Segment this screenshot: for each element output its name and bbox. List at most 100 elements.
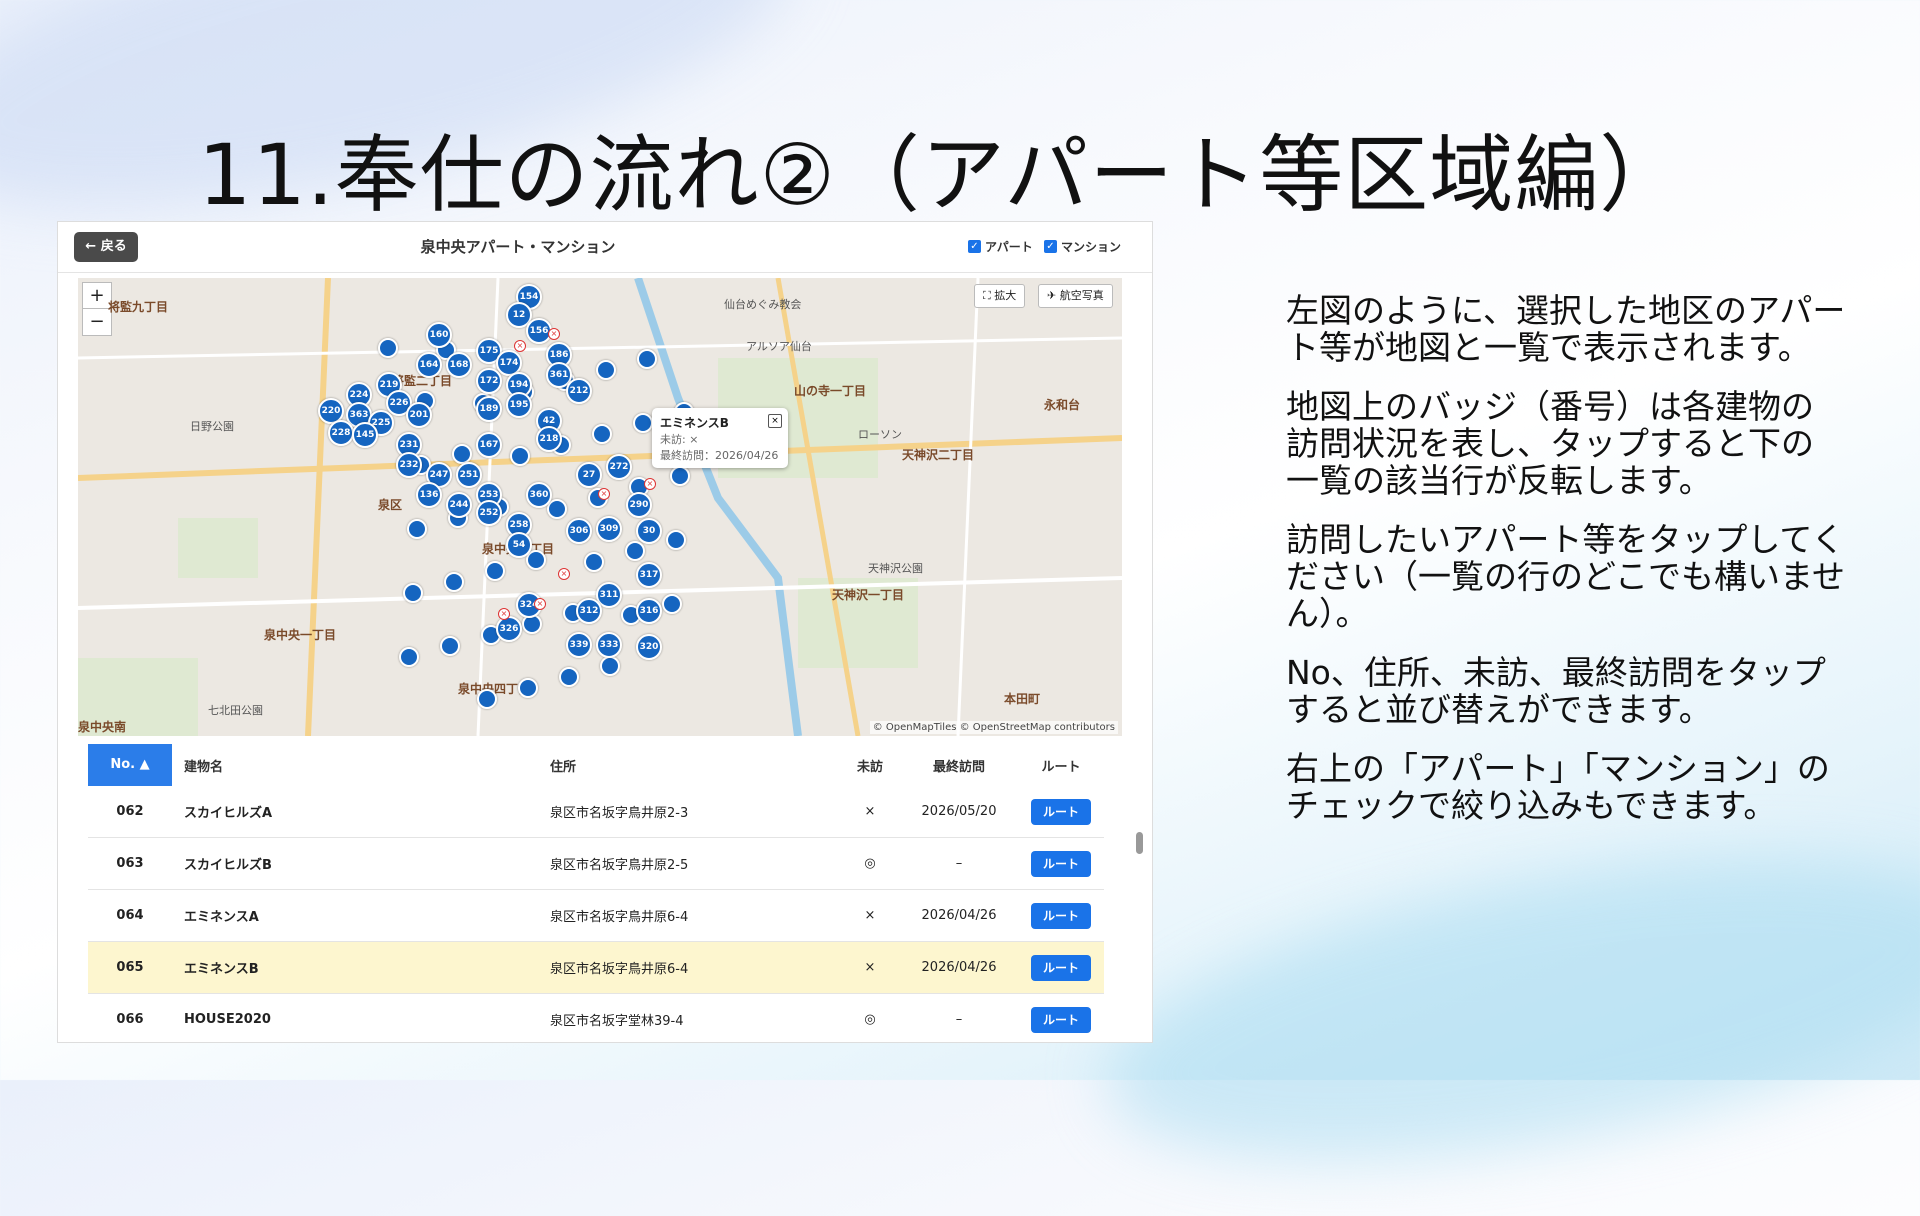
scrollbar-thumb[interactable] bbox=[1136, 832, 1143, 854]
table-row[interactable]: 062 スカイヒルズA 泉区市名坂字鳥井原2-3 × 2026/05/20 ルート bbox=[88, 786, 1104, 838]
sort-last-visit-header[interactable]: 最終訪問 bbox=[900, 756, 1018, 775]
map-badge-pin[interactable] bbox=[633, 413, 653, 433]
map-badge-pin[interactable] bbox=[600, 656, 620, 676]
map-badge-pin[interactable]: 30 bbox=[636, 518, 662, 544]
row-address: 泉区市名坂字鳥井原2-3 bbox=[550, 806, 689, 821]
map-popup[interactable]: エミネンスB 未訪: × 最終訪問：2026/04/26 × bbox=[652, 408, 788, 468]
back-button[interactable]: ← 戻る bbox=[74, 232, 138, 262]
map-badge-pin[interactable]: 317 bbox=[636, 562, 662, 588]
map-badge-pin[interactable] bbox=[518, 678, 538, 698]
map-badge-pin[interactable]: 360 bbox=[526, 482, 552, 508]
map-badge-pin[interactable] bbox=[407, 519, 427, 539]
map-badge-pin[interactable]: 212 bbox=[566, 378, 592, 404]
map-badge-pin[interactable]: 312 bbox=[576, 598, 602, 624]
map-badge-pin[interactable] bbox=[666, 530, 686, 550]
map-badge-pin[interactable] bbox=[547, 499, 567, 519]
description-paragraph: 左図のように、選択した地区のアパート等が地図と一覧で表示されます。 bbox=[1286, 291, 1846, 367]
map-badge-pin[interactable]: 326 bbox=[496, 616, 522, 642]
map-badge-pin[interactable]: 136 bbox=[416, 482, 442, 508]
route-button[interactable]: ルート bbox=[1031, 798, 1091, 825]
row-building-name: スカイヒルズB bbox=[184, 858, 272, 873]
map-badge-pin[interactable]: 272 bbox=[606, 454, 632, 480]
map-label: 山の寺一丁目 bbox=[794, 384, 867, 398]
row-number: 064 bbox=[116, 908, 144, 923]
map-badge-pin[interactable] bbox=[584, 552, 604, 572]
sort-no-header[interactable]: No. ▲ bbox=[88, 744, 172, 786]
map-badge-pin[interactable]: 290 bbox=[626, 492, 652, 518]
unvisited-marker-icon: × bbox=[514, 340, 526, 352]
table-body: 062 スカイヒルズA 泉区市名坂字鳥井原2-3 × 2026/05/20 ルート 063 ス… bbox=[88, 786, 1104, 1042]
map-badge-pin[interactable]: 333 bbox=[596, 632, 622, 658]
map-badge-pin[interactable]: 27 bbox=[576, 462, 602, 488]
close-icon[interactable]: × bbox=[768, 414, 782, 428]
map-label: ローソン bbox=[858, 428, 902, 441]
map-badge-pin[interactable]: 167 bbox=[476, 432, 502, 458]
map-badge-pin[interactable]: 252 bbox=[476, 500, 502, 526]
filter-mansion-label: マンション bbox=[1061, 240, 1122, 254]
route-button[interactable]: ルート bbox=[1031, 850, 1091, 877]
map-badge-pin[interactable]: 189 bbox=[476, 396, 502, 422]
filter-apartment-checkbox[interactable]: ✓ アパート bbox=[968, 238, 1033, 255]
map-badge-pin[interactable] bbox=[510, 446, 530, 466]
row-building-name: エミネンスB bbox=[184, 962, 259, 977]
map-badge-pin[interactable] bbox=[378, 338, 398, 358]
unvisited-marker-icon: × bbox=[558, 568, 570, 580]
map-badge-pin[interactable]: 309 bbox=[596, 516, 622, 542]
map-badge-pin[interactable]: 201 bbox=[406, 402, 432, 428]
unvisited-marker-icon: × bbox=[548, 328, 560, 340]
map-view[interactable]: + − ⛶ 拡大 ✈ 航空写真 将監九丁目 将監二丁目 山の寺一丁目 泉中央三丁… bbox=[78, 278, 1122, 736]
map-badge-pin[interactable] bbox=[596, 360, 616, 380]
map-badge-pin[interactable] bbox=[399, 647, 419, 667]
map-badge-pin[interactable] bbox=[477, 689, 497, 709]
map-badge-pin[interactable]: 316 bbox=[636, 598, 662, 624]
checkbox-checked-icon: ✓ bbox=[1044, 240, 1057, 253]
map-badge-pin[interactable]: 160 bbox=[426, 322, 452, 348]
row-number: 062 bbox=[116, 804, 144, 819]
map-badge-pin[interactable]: 228 bbox=[328, 420, 354, 446]
map-badge-pin[interactable] bbox=[559, 667, 579, 687]
filter-mansion-checkbox[interactable]: ✓ マンション bbox=[1044, 238, 1121, 255]
map-badge-pin[interactable]: 172 bbox=[476, 368, 502, 394]
map-badge-pin[interactable]: 218 bbox=[536, 426, 562, 452]
table-row[interactable]: 066 HOUSE2020 泉区市名坂字堂林39-4 ◎ – ルート bbox=[88, 994, 1104, 1042]
map-badge-pin[interactable] bbox=[403, 583, 423, 603]
sort-address-header[interactable]: 住所 bbox=[550, 756, 840, 775]
map-badge-pin[interactable] bbox=[485, 561, 505, 581]
map-badge-pin[interactable] bbox=[670, 466, 690, 486]
map-label: 永和台 bbox=[1044, 398, 1081, 412]
map-badge-pin[interactable]: 195 bbox=[506, 392, 532, 418]
unvisited-marker-icon: × bbox=[534, 598, 546, 610]
route-button[interactable]: ルート bbox=[1031, 902, 1091, 929]
map-badge-pin[interactable] bbox=[637, 349, 657, 369]
map-badge-pin[interactable]: 54 bbox=[506, 532, 532, 558]
map-badge-pin[interactable] bbox=[662, 594, 682, 614]
map-badge-pin[interactable]: 244 bbox=[446, 492, 472, 518]
route-button[interactable]: ルート bbox=[1031, 954, 1091, 981]
popup-building-name: エミネンスB bbox=[660, 416, 729, 430]
map-badge-pin[interactable]: 145 bbox=[352, 422, 378, 448]
checkbox-checked-icon: ✓ bbox=[968, 240, 981, 253]
row-address: 泉区市名坂字鳥井原2-5 bbox=[550, 858, 689, 873]
map-badge-pin[interactable]: 320 bbox=[636, 634, 662, 660]
route-button[interactable]: ルート bbox=[1031, 1006, 1091, 1033]
table-row[interactable]: 065 エミネンスB 泉区市名坂字鳥井原6-4 × 2026/04/26 ルート bbox=[88, 942, 1104, 994]
table-row[interactable]: 063 スカイヒルズB 泉区市名坂字鳥井原2-5 ◎ – ルート bbox=[88, 838, 1104, 890]
map-badge-pin[interactable] bbox=[592, 424, 612, 444]
map-badge-pin[interactable]: 232 bbox=[396, 452, 422, 478]
map-badge-pin[interactable]: 251 bbox=[456, 462, 482, 488]
aerial-photo-button[interactable]: ✈ 航空写真 bbox=[1038, 284, 1113, 308]
row-unvisited-status: ◎ bbox=[864, 856, 876, 871]
map-badge-pin[interactable] bbox=[444, 572, 464, 592]
sort-unvisited-header[interactable]: 未訪 bbox=[840, 756, 900, 775]
table-row[interactable]: 064 エミネンスA 泉区市名坂字鳥井原6-4 × 2026/04/26 ルート bbox=[88, 890, 1104, 942]
map-badge-pin[interactable]: 306 bbox=[566, 518, 592, 544]
map-label: 仙台めぐみ教会 bbox=[724, 298, 802, 311]
map-badge-pin[interactable] bbox=[452, 444, 472, 464]
expand-map-button[interactable]: ⛶ 拡大 bbox=[974, 284, 1026, 308]
map-badge-pin[interactable]: 339 bbox=[566, 632, 592, 658]
map-badge-pin[interactable] bbox=[625, 541, 645, 561]
map-badge-pin[interactable]: 168 bbox=[446, 352, 472, 378]
map-badge-pin[interactable]: 164 bbox=[416, 352, 442, 378]
map-badge-pin[interactable] bbox=[440, 636, 460, 656]
scrollbar[interactable] bbox=[1134, 742, 1144, 1042]
